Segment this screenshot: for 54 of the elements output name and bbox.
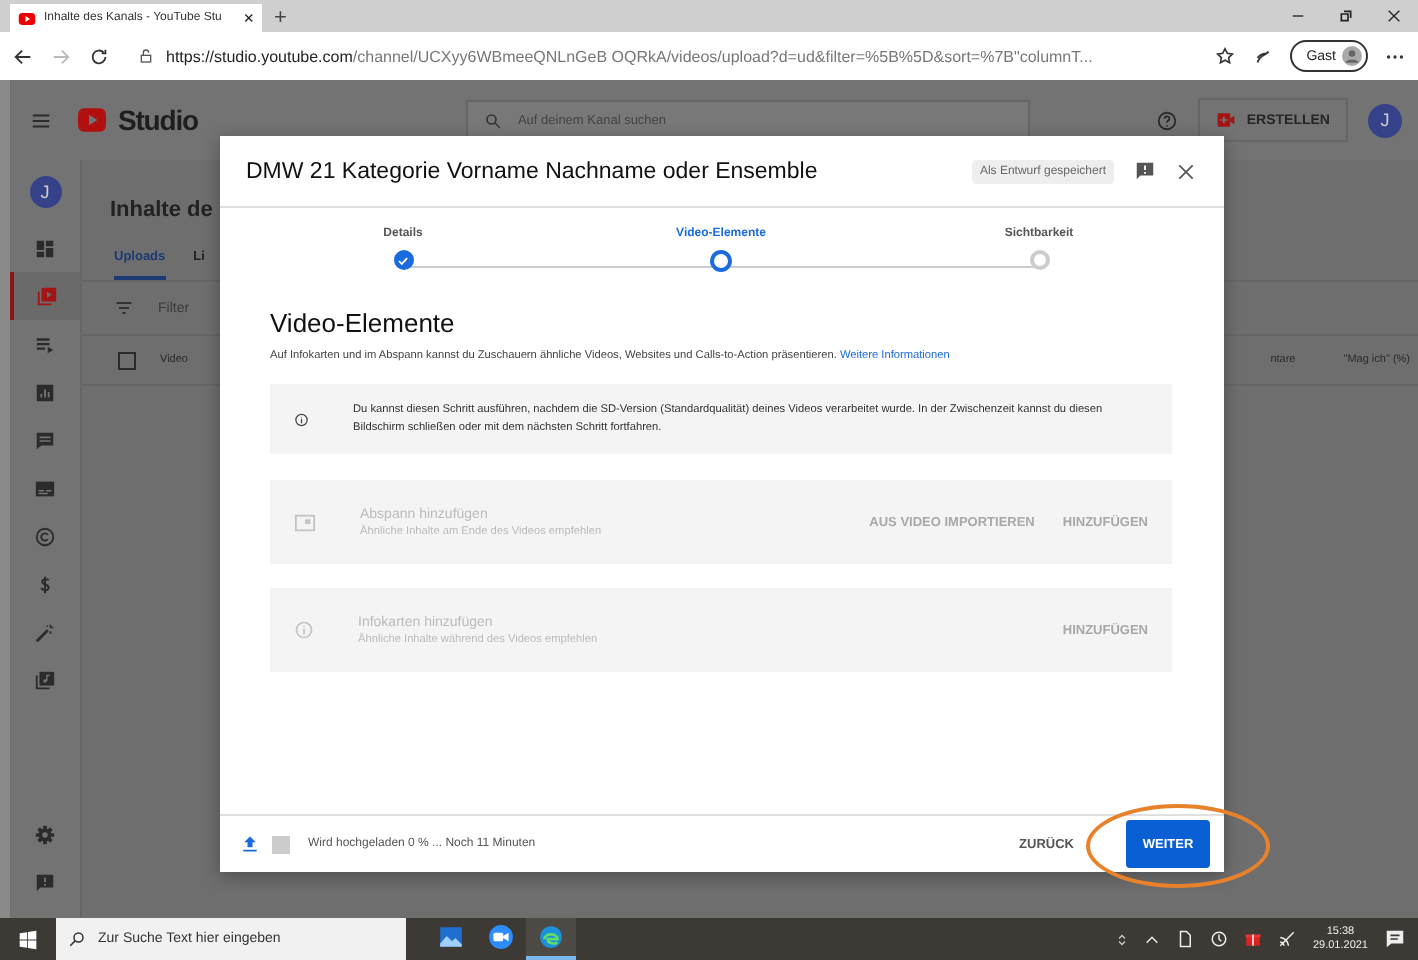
gift-icon[interactable]	[1244, 930, 1263, 948]
info-icon	[294, 409, 309, 429]
info-icon	[294, 620, 314, 640]
section-heading: Video-Elemente	[270, 308, 457, 338]
video-plus-icon	[1216, 110, 1237, 130]
video-camera-icon	[488, 924, 514, 950]
upload-icon	[240, 834, 260, 854]
taskbar-app[interactable]	[526, 918, 576, 960]
page-title: Inhalte de	[108, 196, 213, 226]
filter-icon[interactable]	[114, 298, 134, 318]
search-icon	[68, 930, 86, 948]
forward-arrow-icon[interactable]	[50, 45, 72, 67]
url-text: https://studio.youtube.com/channel/UCXyy6WBmeeQNLnGeB OQRkA/videos/upload?d=ud&filter=%5B%5D&sort=%7B"columnT...	[166, 47, 1093, 65]
playlist-icon[interactable]	[34, 333, 56, 355]
close-icon[interactable]	[1176, 161, 1196, 181]
magic-wand-icon[interactable]	[34, 621, 56, 643]
document-icon[interactable]	[1176, 930, 1195, 948]
clock-icon[interactable]	[1210, 930, 1229, 948]
close-icon[interactable]	[1386, 8, 1402, 24]
video-thumbnail	[272, 835, 290, 853]
reload-icon[interactable]	[88, 45, 110, 67]
dashboard-icon[interactable]	[34, 237, 56, 259]
settings-icon[interactable]	[34, 823, 56, 845]
feedback-icon[interactable]	[34, 871, 56, 893]
avatar[interactable]: J	[29, 176, 61, 208]
youtube-icon	[18, 9, 36, 27]
copyright-icon[interactable]	[34, 525, 56, 547]
help-icon[interactable]	[1156, 109, 1179, 131]
subtitles-icon[interactable]	[34, 477, 56, 499]
comment-icon[interactable]	[34, 429, 56, 451]
lock-icon	[138, 48, 154, 64]
avatar[interactable]: J	[1368, 103, 1402, 137]
chevron-up-icon[interactable]	[1144, 931, 1161, 947]
restore-icon[interactable]	[1338, 8, 1354, 24]
dialog-title: DMW 21 Kategorie Vorname Nachname oder Ensemble	[246, 159, 820, 183]
search-icon	[483, 111, 502, 129]
favorites-icon[interactable]	[1214, 45, 1237, 67]
tab-close-button[interactable]: ×	[243, 9, 254, 27]
new-tab-button[interactable]: +	[274, 8, 287, 30]
sidebar-item[interactable]	[10, 272, 80, 320]
browser-icon	[538, 924, 564, 950]
menu-icon[interactable]	[30, 109, 52, 131]
person-icon	[1342, 46, 1362, 66]
back-arrow-icon[interactable]	[12, 45, 34, 67]
play-logo-icon[interactable]	[72, 106, 112, 134]
feedback-icon[interactable]	[1134, 160, 1156, 182]
windows-start-icon[interactable]	[18, 929, 38, 949]
screen-icon	[294, 511, 316, 533]
notification-icon[interactable]	[1384, 928, 1406, 950]
studio-logo-text[interactable]: Studio	[118, 104, 198, 136]
bar-chart-icon[interactable]	[34, 381, 56, 403]
media-library-icon[interactable]	[34, 669, 56, 691]
photos-icon	[438, 924, 464, 950]
select-all-checkbox[interactable]	[118, 351, 136, 369]
